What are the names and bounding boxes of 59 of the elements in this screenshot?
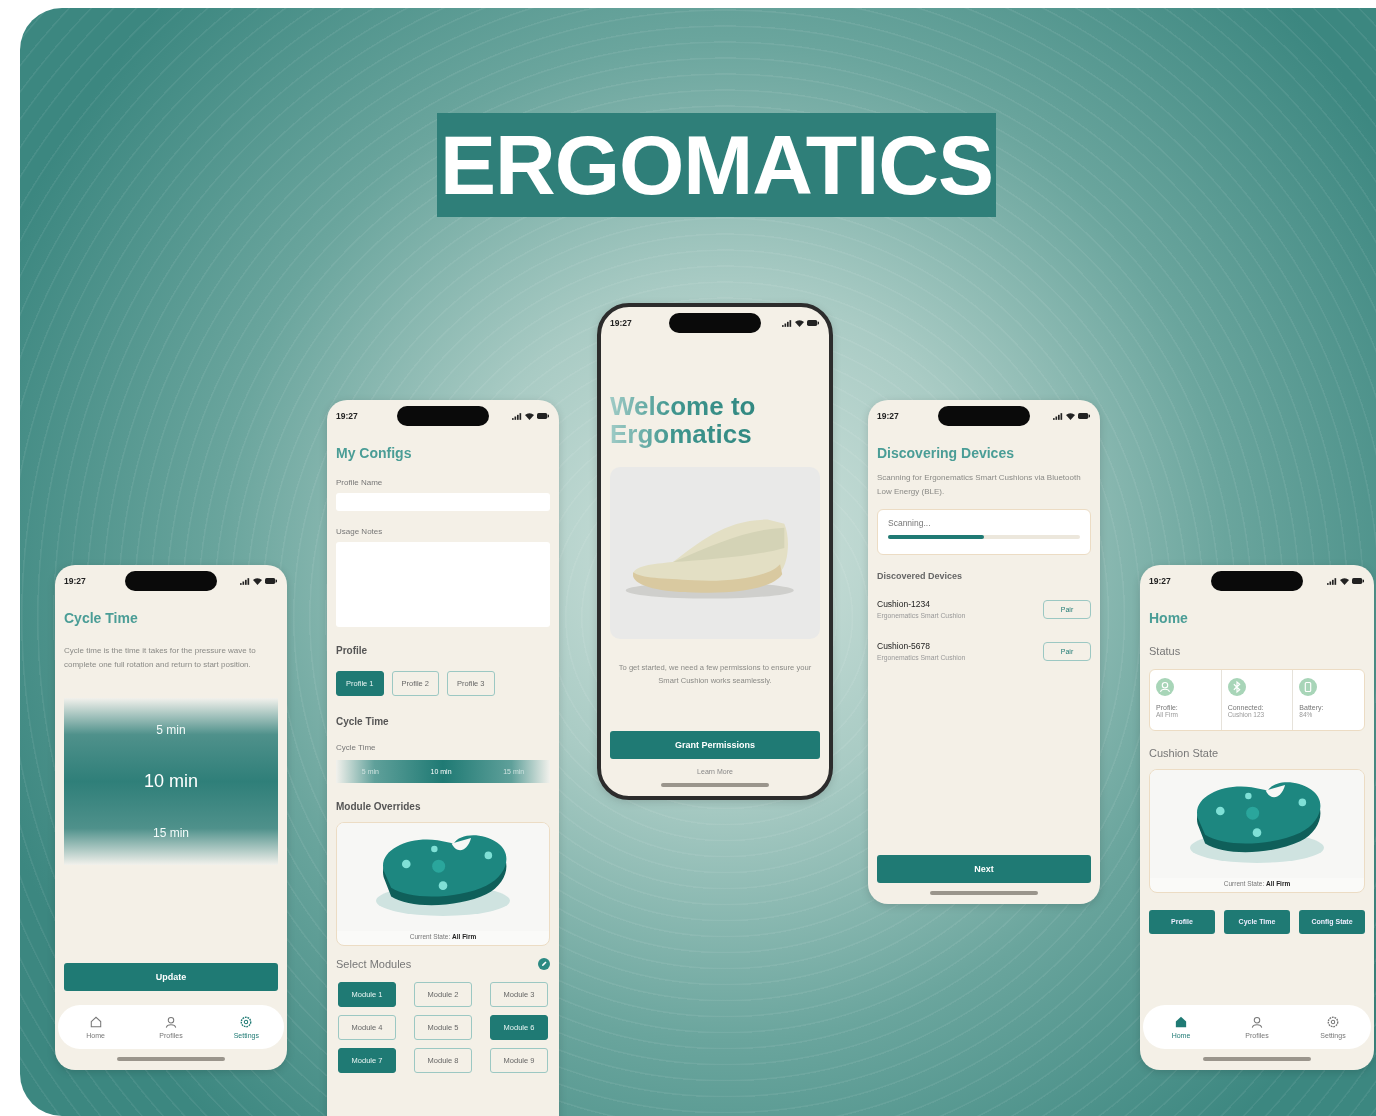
description-text: Cycle time is the time it takes for the pressure wave to complete one full rotation and return to start position.	[64, 645, 257, 671]
clock-time: 19:27	[610, 318, 633, 328]
picker-option[interactable]: 5 min	[156, 723, 186, 737]
person-icon	[1251, 1015, 1263, 1028]
clock-time: 19:27	[877, 411, 900, 421]
bluetooth-icon	[1227, 678, 1246, 696]
brand-title: ERGOMATICS	[437, 113, 996, 217]
time-picker[interactable]: 5 min 10 min 15 min	[64, 698, 278, 865]
settings-icon	[240, 1015, 253, 1028]
picker-option[interactable]: 10 min	[144, 771, 198, 792]
description-text: Scanning for Ergonematics Smart Cushions via Bluetooth Low Energy (BLE).	[877, 472, 1082, 498]
clock-time: 19:27	[64, 576, 87, 586]
wifi-icon	[1066, 412, 1075, 420]
home-icon	[1175, 1015, 1187, 1028]
field-label: Cycle Time	[336, 743, 377, 752]
section-heading: Status	[1149, 645, 1182, 657]
edit-icon	[538, 958, 550, 970]
scanning-label: Scanning...	[888, 518, 932, 528]
update-button[interactable]: Update	[64, 963, 278, 991]
field-label: Profile Name	[336, 478, 384, 487]
battery-icon	[1078, 413, 1090, 419]
input-field[interactable]	[336, 493, 550, 511]
device-name: Cushion-1234	[877, 599, 931, 609]
section-heading: Module Overrides	[336, 801, 422, 812]
section-heading: Select Modules	[336, 958, 412, 970]
screen-title: My Configs	[336, 444, 413, 462]
wifi-icon	[795, 319, 804, 327]
next-button[interactable]: Next	[877, 855, 1091, 883]
battery-icon	[537, 413, 549, 419]
wifi-icon	[525, 412, 534, 420]
wifi-icon	[253, 577, 262, 585]
signal-icon	[782, 319, 792, 327]
screen-title: Home	[1149, 609, 1189, 627]
battery-icon	[807, 320, 819, 326]
battery-icon	[265, 578, 277, 584]
signal-icon	[1327, 577, 1337, 585]
notes-field[interactable]	[336, 542, 550, 627]
field-label: Usage Notes	[336, 527, 384, 536]
screen-title: Cycle Time	[64, 609, 139, 627]
screen-title: Discovering Devices	[877, 444, 1015, 462]
clock-time: 19:27	[336, 411, 359, 421]
signal-icon	[240, 577, 250, 585]
settings-icon	[1327, 1015, 1339, 1028]
grant-permissions-button[interactable]: Grant Permissions	[610, 731, 820, 759]
person-icon	[165, 1015, 177, 1028]
person-icon	[1156, 678, 1174, 696]
picker-option[interactable]: 15 min	[153, 826, 189, 840]
battery-icon	[1299, 678, 1318, 696]
device-name: Cushion-5678	[877, 641, 931, 651]
clock-time: 19:27	[1149, 576, 1172, 586]
signal-icon	[512, 412, 522, 420]
section-heading: Discovered Devices	[877, 571, 964, 581]
section-heading: Cycle Time	[336, 716, 390, 727]
home-icon	[89, 1015, 102, 1028]
battery-icon	[1352, 578, 1364, 584]
section-heading: Profile	[336, 645, 369, 656]
section-heading: Cushion State	[1149, 747, 1220, 759]
signal-icon	[1053, 412, 1063, 420]
wifi-icon	[1340, 577, 1349, 585]
